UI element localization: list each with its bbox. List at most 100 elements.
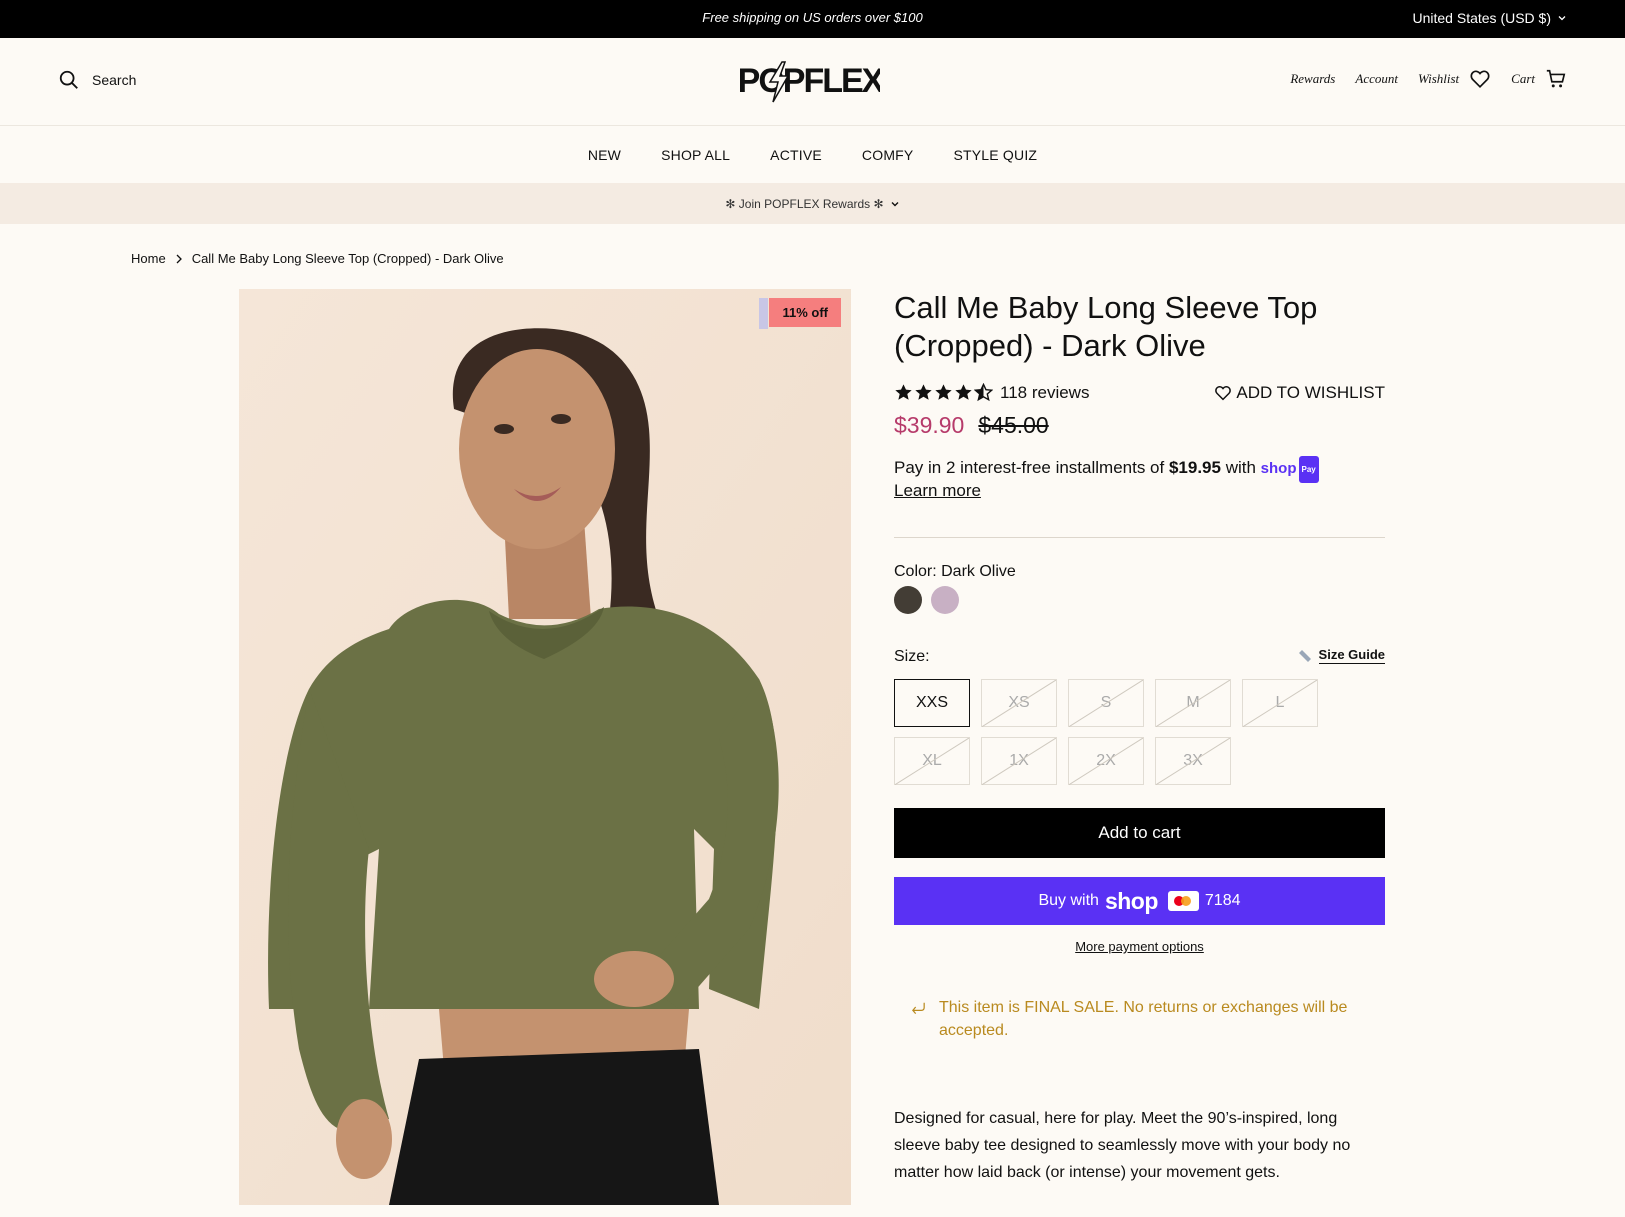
- sold-out-slash: [895, 738, 969, 785]
- swatch-dark-olive[interactable]: [894, 586, 922, 614]
- add-to-cart-button[interactable]: Add to cart: [894, 808, 1385, 858]
- rewards-banner-label: ✻ Join POPFLEX Rewards ✻: [725, 196, 884, 211]
- sold-out-slash: [982, 738, 1056, 785]
- sold-out-slash: [1156, 738, 1230, 785]
- product-photo: [239, 289, 851, 1205]
- account-label: Account: [1355, 71, 1398, 86]
- search-icon: [59, 70, 78, 89]
- rewards-label: Rewards: [1290, 71, 1336, 86]
- sold-out-slash: [1069, 680, 1143, 727]
- sold-out-slash: [1156, 680, 1230, 727]
- wishlist-label: Wishlist: [1417, 71, 1460, 86]
- installments-pre: Pay in 2 interest-free installments of: [894, 458, 1169, 477]
- sold-out-slash: [982, 680, 1056, 727]
- sold-out-slash: [1243, 680, 1317, 727]
- rewards-banner[interactable]: ✻ Join POPFLEX Rewards ✻: [0, 183, 1625, 224]
- product-image[interactable]: 11% off: [239, 289, 851, 1205]
- nav-item-shop-all[interactable]: SHOP ALL: [661, 147, 730, 163]
- installment-amount: $19.95: [1168, 458, 1221, 477]
- size-label: Size:: [894, 648, 930, 665]
- account-link[interactable]: Account: [1355, 71, 1398, 87]
- announcement-bar: Free shipping on US orders over $100 Uni…: [0, 0, 1625, 38]
- search-button[interactable]: Search: [58, 69, 136, 91]
- cart-link[interactable]: Cart: [1511, 68, 1567, 90]
- logo-wordmark: POPFLEX: [740, 62, 880, 100]
- heart-icon: [1215, 386, 1232, 401]
- star-icon: [935, 384, 952, 400]
- chevron-down-icon: [1558, 16, 1566, 21]
- product-title: Call Me Baby Long Sleeve Top (Cropped) -…: [894, 290, 1318, 363]
- chevron-down-icon: [891, 201, 899, 206]
- breadcrumb-current: Call Me Baby Long Sleeve Top (Cropped) -…: [191, 251, 504, 266]
- breadcrumb: Home Call Me Baby Long Sleeve Top (Cropp…: [131, 251, 504, 266]
- size-option-3x[interactable]: 3X: [1155, 737, 1231, 785]
- shop-logo: shop: [1104, 887, 1158, 914]
- price-row: $39.90 $45.00: [894, 412, 1049, 439]
- more-payment-options-link[interactable]: More payment options: [894, 939, 1385, 954]
- wishlist-link[interactable]: Wishlist: [1418, 68, 1491, 90]
- size-option-s[interactable]: S: [1068, 679, 1144, 727]
- add-to-wishlist-label: ADD TO WISHLIST: [1236, 383, 1385, 402]
- product-description: Designed for casual, here for play. Meet…: [894, 1110, 1351, 1181]
- header-utility-links: Rewards Account Wishlist Cart: [1290, 68, 1567, 90]
- cart-label: Cart: [1511, 71, 1535, 86]
- nav-item-comfy[interactable]: COMFY: [862, 147, 914, 163]
- buy-with-label: Buy with: [1038, 892, 1099, 909]
- star-icon: [895, 384, 912, 400]
- shop-pay-tag: Pay: [1298, 455, 1319, 483]
- swatch-mauve[interactable]: [931, 586, 959, 614]
- installments-post: with: [1220, 458, 1261, 477]
- divider: [894, 537, 1385, 538]
- size-guide-label: Size Guide: [1318, 647, 1385, 664]
- country-label: United States (USD $): [1412, 10, 1552, 26]
- size-option-2x[interactable]: 2X: [1068, 737, 1144, 785]
- mastercard-icon: [1167, 891, 1199, 911]
- learn-more-link[interactable]: Learn more: [894, 481, 981, 501]
- announcement-message: Free shipping on US orders over $100: [702, 10, 923, 25]
- breadcrumb-home[interactable]: Home: [131, 251, 166, 266]
- country-selector[interactable]: United States (USD $): [1413, 10, 1568, 26]
- size-options: XXS XS S M L XL 1X 2X 3X: [894, 679, 1324, 785]
- final-sale-notice: This item is FINAL SALE. No returns or e…: [910, 996, 1360, 1042]
- star-icon: [955, 384, 972, 400]
- rewards-link[interactable]: Rewards: [1290, 71, 1335, 87]
- half-star-icon: [974, 383, 993, 402]
- size-option-xxs[interactable]: XXS: [894, 679, 970, 727]
- size-guide-link[interactable]: Size Guide: [1297, 647, 1385, 664]
- badge-accent: [759, 298, 768, 329]
- size-option-xl[interactable]: XL: [894, 737, 970, 785]
- card-last4: 7184: [1204, 892, 1241, 909]
- ruler-icon: [1298, 649, 1311, 662]
- logo-mark: POPFLEX: [738, 61, 887, 103]
- reviews-link[interactable]: 118 reviews: [1000, 383, 1089, 403]
- size-option-xs[interactable]: XS: [981, 679, 1057, 727]
- shop-pay-word: shop: [1260, 460, 1297, 477]
- search-label: Search: [92, 72, 137, 88]
- add-to-wishlist-button[interactable]: ADD TO WISHLIST: [1214, 383, 1385, 403]
- chevron-right-icon: [176, 254, 182, 263]
- product-details: Call Me Baby Long Sleeve Top (Cropped) -…: [894, 289, 1385, 1181]
- rating-row: 118 reviews ADD TO WISHLIST: [894, 381, 1385, 407]
- cart-icon: [1546, 69, 1566, 88]
- heart-icon: [1470, 70, 1490, 88]
- nav-item-style-quiz[interactable]: STYLE QUIZ: [953, 147, 1037, 163]
- star-icon: [915, 384, 932, 400]
- buy-with-shop-button[interactable]: Buy with shop 7184: [894, 877, 1385, 925]
- installments-text: Pay in 2 interest-free installments of $…: [894, 455, 1319, 483]
- sold-out-slash: [1069, 738, 1143, 785]
- popflex-logo[interactable]: POPFLEX: [738, 56, 887, 106]
- color-swatches: [894, 586, 959, 614]
- size-option-m[interactable]: M: [1155, 679, 1231, 727]
- sale-price: $39.90: [894, 412, 965, 438]
- return-icon: [912, 1002, 925, 1015]
- size-option-1x[interactable]: 1X: [981, 737, 1057, 785]
- site-header: Search POPFLEX Rewards Account Wishlist …: [0, 38, 1625, 126]
- size-option-label: XXS: [915, 694, 948, 711]
- rating-stars[interactable]: [894, 383, 993, 402]
- nav-item-new[interactable]: NEW: [588, 147, 621, 163]
- nav-item-active[interactable]: ACTIVE: [770, 147, 822, 163]
- shop-pay-logo: shop Pay: [1260, 455, 1319, 483]
- main-nav: NEW SHOP ALL ACTIVE COMFY STYLE QUIZ: [0, 126, 1625, 183]
- color-label: Color: Dark Olive: [894, 563, 1016, 580]
- size-option-l[interactable]: L: [1242, 679, 1318, 727]
